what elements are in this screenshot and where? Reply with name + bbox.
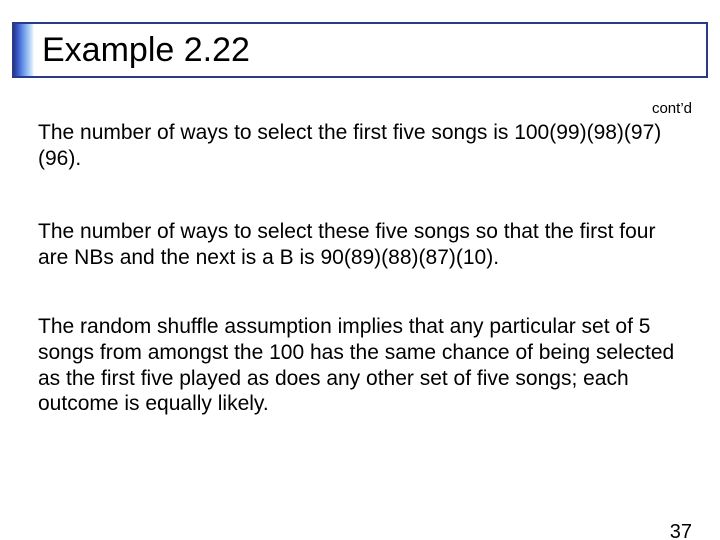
page-number: 37 xyxy=(670,521,692,540)
title-bar: Example 2.22 xyxy=(12,22,708,78)
slide-content: The number of ways to select the first f… xyxy=(0,120,720,417)
continued-label: cont’d xyxy=(652,100,692,117)
paragraph-2: The number of ways to select these five … xyxy=(38,219,682,270)
paragraph-3: The random shuffle assumption implies th… xyxy=(38,314,682,416)
paragraph-1: The number of ways to select the first f… xyxy=(38,120,682,171)
slide-title: Example 2.22 xyxy=(14,31,250,70)
